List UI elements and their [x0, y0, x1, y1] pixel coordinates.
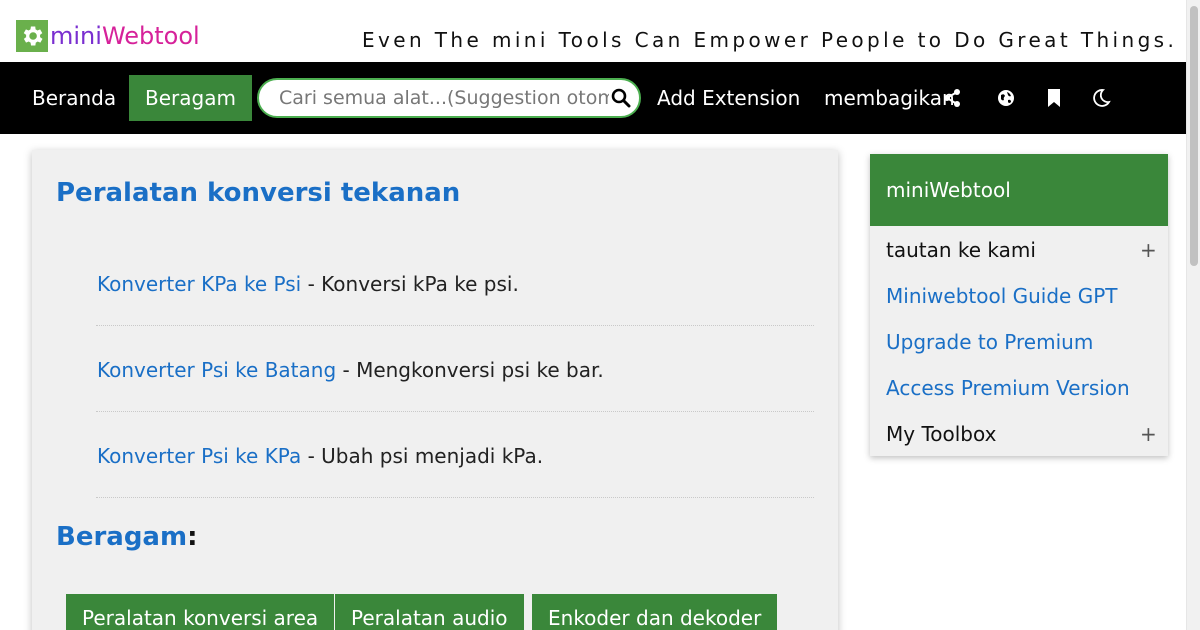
site-logo[interactable]: miniWebtool: [16, 20, 200, 52]
globe-icon[interactable]: [996, 87, 1016, 109]
tool-list-item: Konverter Psi ke Batang - Mengkonversi p…: [96, 326, 814, 412]
expand-icon[interactable]: +: [1140, 238, 1157, 262]
search-box: [257, 78, 641, 118]
site-slogan: Even The mini Tools Can Empower People t…: [362, 28, 1178, 52]
sidebar: miniWebtool tautan ke kami + Miniwebtool…: [870, 154, 1168, 456]
tool-link[interactable]: Konverter KPa ke Psi: [97, 272, 301, 296]
tool-description: - Ubah psi menjadi kPa.: [301, 444, 544, 468]
nav-add-extension[interactable]: Add Extension: [657, 75, 800, 121]
tool-list-item: Konverter KPa ke Psi - Konversi kPa ke p…: [96, 240, 814, 326]
nav-share[interactable]: membagikan: [824, 75, 955, 121]
sidebar-item-link-to-us[interactable]: tautan ke kami: [886, 238, 1036, 262]
share-icon[interactable]: [942, 87, 962, 109]
gear-icon: [16, 20, 48, 52]
tool-list-item: Konverter Psi ke KPa - Ubah psi menjadi …: [96, 412, 814, 498]
search-icon[interactable]: [611, 88, 631, 108]
sidebar-item-my-toolbox[interactable]: My Toolbox: [886, 422, 996, 446]
search-input[interactable]: [279, 80, 609, 116]
page-scrollbar[interactable]: [1186, 0, 1200, 630]
sidebar-item-guide-gpt[interactable]: Miniwebtool Guide GPT: [886, 284, 1118, 308]
bookmark-icon[interactable]: [1044, 87, 1064, 109]
category-button[interactable]: Enkoder dan dekoder: [532, 594, 778, 630]
moon-icon[interactable]: [1091, 87, 1111, 109]
section-title-link[interactable]: Beragam: [56, 522, 187, 552]
tool-link[interactable]: Konverter Psi ke Batang: [97, 358, 336, 382]
scrollbar-thumb[interactable]: [1190, 6, 1198, 266]
tools-card: Peralatan konversi tekanan Konverter KPa…: [32, 150, 838, 630]
sidebar-item-upgrade-premium[interactable]: Upgrade to Premium: [886, 330, 1093, 354]
tool-description: - Konversi kPa ke psi.: [301, 272, 519, 296]
nav-beragam[interactable]: Beragam: [129, 75, 252, 121]
logo-webtool: Webtool: [101, 22, 200, 50]
section-colon: :: [187, 522, 198, 552]
nav-share-label: membagikan: [824, 86, 955, 110]
main-navbar: Beranda Beragam Add Extension membagikan: [0, 62, 1186, 134]
site-header: miniWebtool Even The mini Tools Can Empo…: [0, 0, 1186, 62]
sidebar-item-access-premium[interactable]: Access Premium Version: [886, 376, 1130, 400]
nav-home[interactable]: Beranda: [32, 75, 116, 121]
tool-link[interactable]: Konverter Psi ke KPa: [97, 444, 301, 468]
category-button[interactable]: Peralatan audio: [335, 594, 524, 630]
sidebar-title: miniWebtool: [870, 154, 1168, 226]
tool-description: - Mengkonversi psi ke bar.: [336, 358, 604, 382]
page-title: Peralatan konversi tekanan: [56, 178, 461, 208]
logo-mini: mini: [50, 22, 102, 50]
category-button[interactable]: Peralatan konversi area: [66, 594, 335, 630]
page: miniWebtool Even The mini Tools Can Empo…: [0, 0, 1200, 630]
expand-icon[interactable]: +: [1140, 422, 1157, 446]
logo-text: miniWebtool: [50, 20, 200, 52]
section-title: Beragam:: [56, 522, 197, 552]
